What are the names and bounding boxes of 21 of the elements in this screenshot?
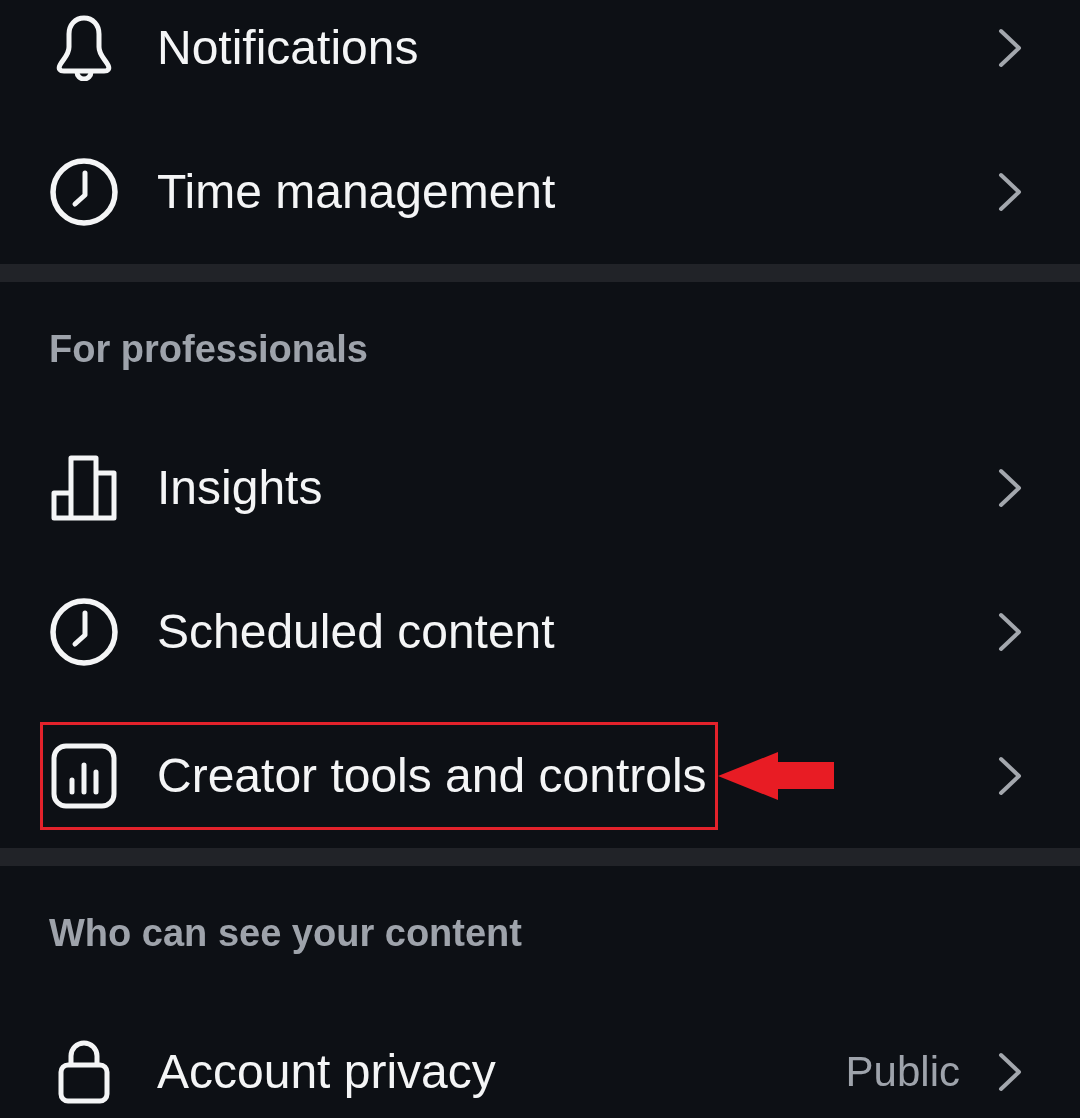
- chevron-right-icon: [998, 756, 1022, 796]
- chevron-right-icon: [998, 468, 1022, 508]
- item-value: Public: [845, 1048, 960, 1096]
- menu-item-label[interactable]: Notifications: [157, 20, 419, 76]
- chevron-right-icon: [998, 1052, 1022, 1092]
- chevron-right-icon: [998, 172, 1022, 212]
- menu-item-label[interactable]: Time management: [157, 164, 556, 220]
- section-header: Who can see your content: [49, 911, 522, 955]
- lock-icon: [58, 1040, 110, 1104]
- menu-item-label[interactable]: Creator tools and controls: [157, 748, 707, 804]
- chevron-right-icon: [998, 612, 1022, 652]
- chart-square-icon: [51, 743, 117, 809]
- menu-item-label[interactable]: Scheduled content: [157, 604, 555, 660]
- clock-icon: [50, 158, 118, 226]
- bell-icon: [55, 15, 113, 81]
- section-header: For professionals: [49, 327, 368, 371]
- clock-icon: [50, 598, 118, 666]
- bar-chart-icon: [51, 455, 117, 521]
- chevron-right-icon: [998, 28, 1022, 68]
- menu-item-label[interactable]: Account privacy: [157, 1044, 496, 1100]
- menu-item-label[interactable]: Insights: [157, 460, 323, 516]
